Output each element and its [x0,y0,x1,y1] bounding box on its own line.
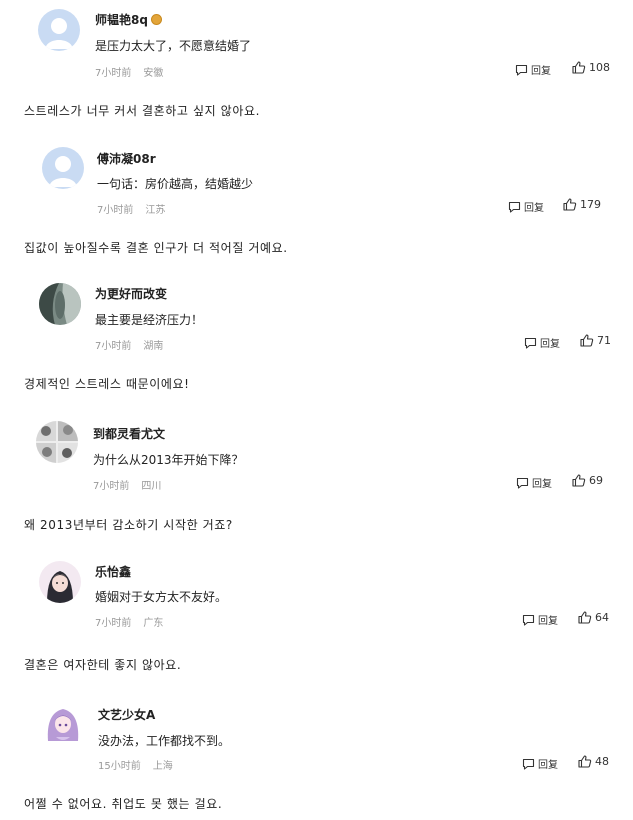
reply-button[interactable]: 回复 [515,62,551,77]
comment-time: 7小时前 [95,341,132,352]
comment-meta: 7小时前 四川 [93,477,161,492]
portrait-avatar-icon [39,561,81,603]
reply-button[interactable]: 回复 [524,335,560,350]
comment-bubble-icon [522,758,535,770]
comment-time: 7小时前 [93,481,130,492]
reply-label: 回复 [538,760,558,771]
username[interactable]: 乐怡鑫 [95,563,131,580]
like-count: 64 [595,611,609,624]
korean-translation: 결혼은 여자한테 좋지 않아요. [24,658,182,672]
korean-translation: 집값이 높아질수록 결혼 인구가 더 적어질 거예요. [24,241,288,255]
avatar[interactable] [39,561,81,603]
like-button[interactable]: 108 [572,61,610,74]
comment-location: 湖南 [143,341,164,352]
reply-button[interactable]: 回复 [508,199,544,214]
default-avatar-icon [42,147,84,189]
comment-location: 安徽 [143,68,164,79]
avatar[interactable] [38,9,80,51]
korean-translation: 스트레스가 너무 커서 결혼하고 싶지 않아요. [24,104,261,118]
default-avatar-icon [38,9,80,51]
comment-text: 没办法，工作都找不到。 [98,734,231,748]
korean-translation: 경제적인 스트레스 때문이에요! [24,377,190,391]
reply-button[interactable]: 回复 [522,756,558,771]
comment-time: 7小时前 [95,68,132,79]
comment-location: 四川 [141,481,162,492]
like-button[interactable]: 179 [563,198,601,211]
avatar[interactable] [42,703,84,745]
comment-bubble-icon [508,201,521,213]
landscape-avatar-icon [39,283,81,325]
avatar[interactable] [36,421,78,463]
comment-meta: 15小时前 上海 [98,757,173,772]
thumbs-up-icon [578,755,592,768]
reply-button[interactable]: 回复 [516,475,552,490]
like-count: 108 [589,61,610,74]
reply-label: 回复 [532,479,552,490]
username-text: 师韫艳8q [95,13,148,27]
comment-location: 上海 [152,761,173,772]
comment-time: 7小时前 [97,205,134,216]
comment-location: 广东 [143,618,164,629]
comment-bubble-icon [522,614,535,626]
like-button[interactable]: 69 [572,474,603,487]
comment-time: 7小时前 [95,618,132,629]
comment-text: 是压力太大了，不愿意结婚了 [95,39,252,53]
comment-bubble-icon [524,337,537,349]
like-count: 69 [589,474,603,487]
korean-translation: 어쩔 수 없어요. 취업도 못 했는 걸요. [24,797,223,811]
comment-bubble-icon [516,477,529,489]
comment-text: 一句话：房价越高，结婚越少 [97,177,254,191]
korean-translation: 왜 2013년부터 감소하기 시작한 거죠? [24,518,233,532]
comment-text: 最主要是经济压力！ [95,313,204,327]
thumbs-up-icon [578,611,592,624]
medal-badge-icon [150,14,162,25]
comment-meta: 7小时前 湖南 [95,337,163,352]
thumbs-up-icon [572,474,586,487]
like-count: 71 [597,334,611,347]
username[interactable]: 到都灵看尤文 [93,425,165,442]
manga-avatar-icon [36,421,78,463]
reply-label: 回复 [538,616,558,627]
reply-label: 回复 [524,203,544,214]
comment-time: 15小时前 [98,761,141,772]
like-button[interactable]: 48 [578,755,609,768]
comment-text: 婚姻对于女方太不友好。 [95,590,228,604]
username[interactable]: 为更好而改变 [95,285,167,302]
like-count: 179 [580,198,601,211]
like-button[interactable]: 71 [580,334,611,347]
avatar[interactable] [39,283,81,325]
comment-meta: 7小时前 江苏 [97,201,165,216]
comment-text: 为什么从2013年开始下降？ [93,453,244,467]
thumbs-up-icon [563,198,577,211]
reply-label: 回复 [540,339,560,350]
comment-bubble-icon [515,64,528,76]
anime-avatar-icon [42,703,84,745]
username[interactable]: 师韫艳8q [95,11,162,28]
thumbs-up-icon [580,334,594,347]
comment-location: 江苏 [145,205,166,216]
username[interactable]: 傅沛凝08r [97,150,156,167]
username[interactable]: 文艺少女A [98,706,155,723]
comment-meta: 7小时前 安徽 [95,64,163,79]
reply-label: 回复 [531,66,551,77]
like-button[interactable]: 64 [578,611,609,624]
comment-meta: 7小时前 广东 [95,614,163,629]
like-count: 48 [595,755,609,768]
thumbs-up-icon [572,61,586,74]
reply-button[interactable]: 回复 [522,612,558,627]
avatar[interactable] [42,147,84,189]
